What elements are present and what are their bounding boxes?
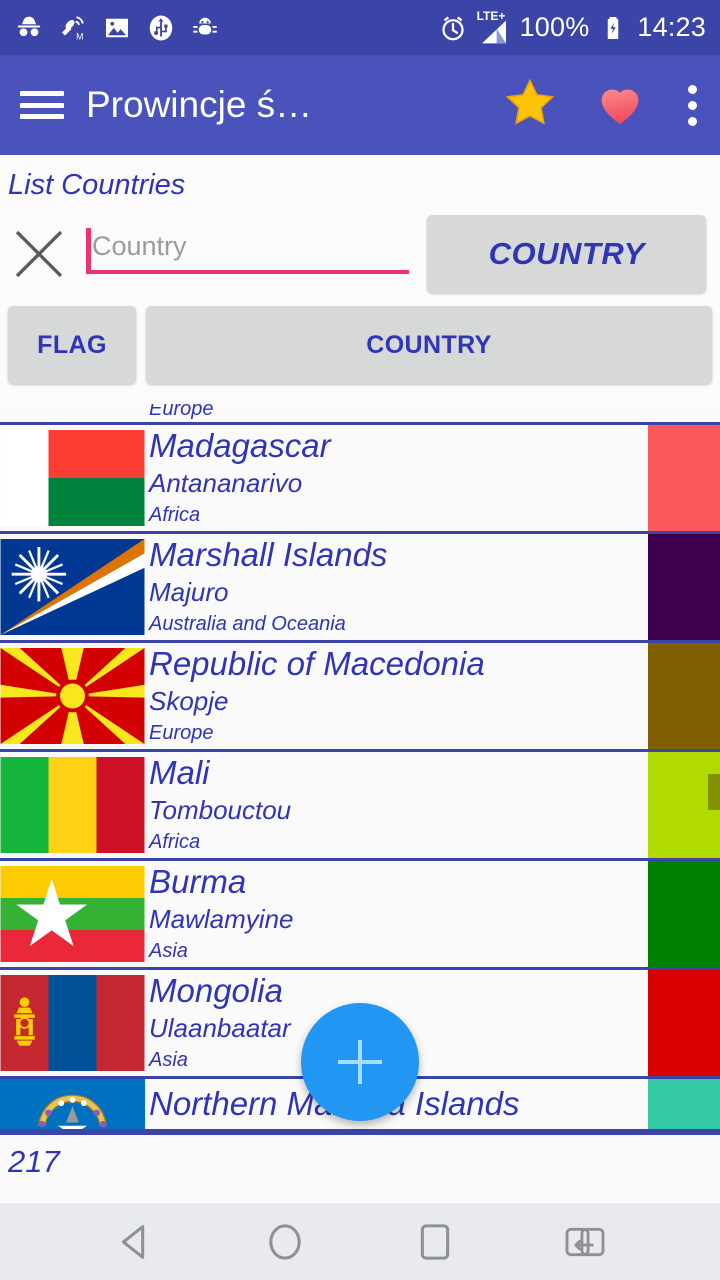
search-row: COUNTRY — [0, 212, 720, 296]
switch-apps-icon[interactable] — [554, 1211, 616, 1273]
flag-cell — [0, 861, 145, 967]
sort-country-button[interactable]: COUNTRY — [146, 306, 712, 384]
table-row[interactable]: Mali Tombouctou Africa — [0, 749, 720, 861]
flag-marshall-islands-icon — [0, 539, 145, 635]
flag-cell — [0, 970, 145, 1076]
flag-northern-mariana-islands-icon — [0, 1079, 145, 1129]
country-name: Republic of Macedonia — [149, 644, 485, 682]
country-region: Africa — [149, 504, 201, 527]
color-swatch — [648, 861, 720, 967]
country-info: Republic of Macedonia Skopje Europe — [145, 643, 648, 749]
count-bar: 217 — [0, 1132, 720, 1188]
plus-icon — [338, 1040, 382, 1084]
color-swatch — [648, 534, 720, 640]
text-caret — [86, 228, 91, 270]
app-bar-actions — [502, 75, 702, 136]
sort-flag-button[interactable]: FLAG — [8, 306, 136, 384]
system-navigation-bar — [0, 1203, 720, 1280]
color-swatch — [648, 425, 720, 531]
country-name: Marshall Islands — [149, 535, 388, 573]
country-capital: Skopje — [149, 685, 229, 716]
filter-panel: List Countries COUNTRY FLAG COUNTRY — [0, 155, 720, 404]
country-capital: Mawlamyine — [149, 903, 294, 934]
page-title: Prowincje ś… — [86, 84, 313, 125]
country-region: Europe — [149, 404, 214, 420]
battery-charging-icon — [598, 13, 628, 43]
country-capital: Tombouctou — [149, 794, 292, 825]
country-name: Madagascar — [149, 426, 331, 464]
search-field-wrapper — [86, 222, 410, 286]
svg-text:M: M — [76, 31, 83, 41]
flag-cell — [0, 1079, 145, 1129]
debug-bug-icon — [190, 13, 220, 43]
flag-mali-icon — [0, 757, 145, 853]
flag-burma-icon — [0, 866, 145, 962]
country-capital: Antananarivo — [149, 467, 303, 498]
usb-icon — [146, 13, 176, 43]
flag-mongolia-icon — [0, 975, 145, 1071]
panel-title: List Countries — [8, 169, 186, 201]
record-count-label: 217 — [8, 1143, 60, 1179]
country-info: Burma Mawlamyine Asia — [145, 861, 648, 967]
hamburger-menu-icon[interactable] — [18, 85, 66, 125]
table-row[interactable]: Madagascar Antananarivo Africa — [0, 422, 720, 534]
back-triangle-icon[interactable] — [104, 1211, 166, 1273]
home-circle-icon[interactable] — [254, 1211, 316, 1273]
status-bar-right: LTE+ 100% 14:23 — [438, 9, 706, 44]
flag-cell — [0, 752, 145, 858]
flag-cell — [0, 425, 145, 531]
clear-x-icon[interactable] — [8, 223, 70, 285]
color-swatch — [648, 970, 720, 1076]
app-screen: M LTE+ 100% 14:23 Prowincje ś… List Coun… — [0, 0, 720, 1280]
country-info: Marshall Islands Majuro Australia and Oc… — [145, 534, 648, 640]
star-icon[interactable] — [502, 75, 558, 136]
heart-icon[interactable] — [592, 75, 648, 136]
color-swatch — [648, 643, 720, 749]
flag-cell — [0, 534, 145, 640]
country-region: Europe — [149, 722, 214, 745]
table-row[interactable]: Marshall Islands Majuro Australia and Oc… — [0, 531, 720, 643]
list-scrollbar-thumb[interactable] — [708, 774, 720, 810]
country-info: Madagascar Antananarivo Africa — [145, 425, 648, 531]
color-swatch — [648, 1079, 720, 1129]
incognito-icon — [14, 13, 44, 43]
battery-percent-label: 100% — [519, 12, 590, 42]
country-name: Mongolia — [149, 971, 283, 1009]
country-name: Mali — [149, 753, 210, 791]
country-region: Asia — [149, 940, 188, 963]
flag-macedonia-icon — [0, 648, 145, 744]
recents-square-icon[interactable] — [404, 1211, 466, 1273]
add-fab-button[interactable] — [301, 1003, 419, 1121]
alarm-clock-icon — [438, 13, 468, 43]
sort-buttons-row: FLAG COUNTRY — [0, 296, 720, 398]
status-bar-left-icons: M — [14, 13, 220, 43]
flag-madagascar-icon — [0, 430, 145, 526]
mock-location-icon: M — [58, 13, 88, 43]
app-bar: Prowincje ś… — [0, 55, 720, 155]
signal-icon: LTE+ — [477, 9, 511, 44]
flag-cell — [0, 643, 145, 749]
table-row[interactable]: Republic of Macedonia Skopje Europe — [0, 640, 720, 752]
status-bar: M LTE+ 100% 14:23 — [0, 0, 720, 55]
country-region: Australia and Oceania — [149, 613, 346, 636]
search-input[interactable] — [86, 222, 410, 274]
clock-label: 14:23 — [637, 12, 706, 42]
country-capital: Majuro — [149, 576, 229, 607]
country-region: Africa — [149, 831, 201, 854]
country-name: Burma — [149, 862, 247, 900]
table-row[interactable]: Burma Mawlamyine Asia — [0, 858, 720, 970]
search-country-button[interactable]: COUNTRY — [427, 215, 706, 293]
overflow-menu-icon[interactable] — [682, 84, 702, 126]
country-info: Mali Tombouctou Africa — [145, 752, 648, 858]
country-info: Europe — [145, 404, 648, 422]
screenshot-icon — [102, 13, 132, 43]
